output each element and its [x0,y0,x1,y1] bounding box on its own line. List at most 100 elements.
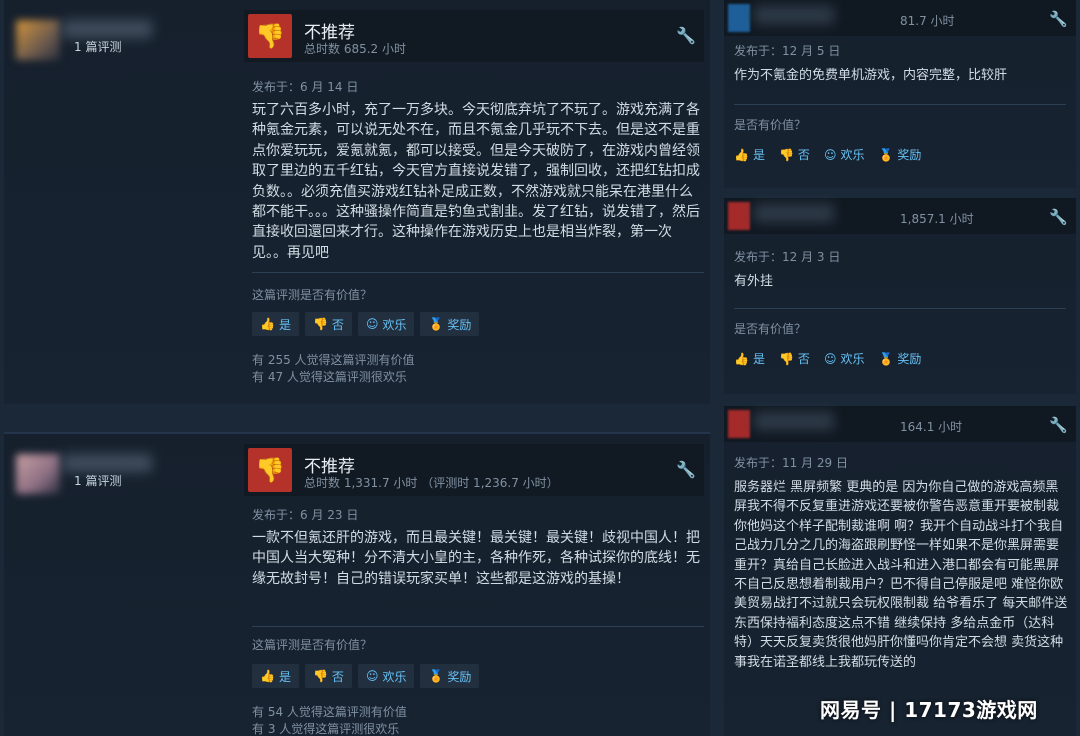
vote-funny-button[interactable]: ☺ 欢乐 [357,312,415,336]
posted-date: 发布于：11 月 29 日 [734,456,848,470]
vote-yes-label: 是 [752,148,765,162]
vote-yes-label: 是 [278,317,291,332]
smiley-icon: ☺ [823,351,837,366]
posted-date: 发布于：6 月 23 日 [252,508,359,522]
side-review-header: 164.1 小时 🔧 [724,406,1076,442]
review-body: 服务器烂 黑屏频繁 更典的是 因为你自己做的游戏高频黑屏我不得不反复重进游戏还要… [734,480,1068,670]
author-name-redacted [754,6,834,24]
award-label: 奖励 [447,317,472,332]
vote-yes-button[interactable]: 👍 是 [734,350,765,367]
vote-no-label: 否 [331,317,344,332]
side-review-header: 81.7 小时 🔧 [724,0,1076,36]
award-button[interactable]: 🏅 奖励 [878,146,921,163]
divider [734,308,1066,309]
award-button[interactable]: 🏅 奖励 [420,312,480,336]
review-author[interactable]: 1 篇评测 [14,448,244,498]
review-body: 一款不但氪还肝的游戏，而且最关键！最关键！最关键！歧视中国人！把中国人当大冤种！… [252,530,700,587]
watermark: 网易号 | 17173游戏网 [820,698,1038,722]
vote-buttons: 👍 是 👎 否 ☺ 欢乐 🏅 奖励 [252,312,480,336]
divider [252,272,704,273]
thumbs-down-icon: 👎 [778,351,794,366]
playtime: 81.7 小时 [900,14,955,28]
posted-date: 发布于：12 月 3 日 [734,250,841,264]
thumbs-up-icon: 👍 [734,351,749,366]
vote-no-button[interactable]: 👎 否 [304,664,352,688]
smiley-icon: ☺ [823,147,837,162]
helpful-question: 是否有价值？ [734,118,807,132]
award-icon: 🏅 [428,669,444,683]
votes-funny: 有 3 人觉得这篇评测很欢乐 [252,722,400,736]
side-review-card: 81.7 小时 🔧 发布于：12 月 5 日 作为不氪金的免费单机游戏，内容完整… [724,0,1076,188]
vote-funny-button[interactable]: ☺ 欢乐 [824,146,865,163]
award-label: 奖励 [897,352,922,366]
playtime: 总时数 1,331.7 小时 （评测时 1,236.7 小时） [304,476,559,490]
award-label: 奖励 [447,669,472,684]
review-divider [0,404,712,432]
vote-yes-button[interactable]: 👍 是 [252,312,299,336]
playtime: 总时数 685.2 小时 [304,42,406,56]
vote-yes-button[interactable]: 👍 是 [252,664,299,688]
helpful-question: 这篇评测是否有价值？ [252,638,373,652]
review-header: 👎 不推荐 总时数 1,331.7 小时 （评测时 1,236.7 小时） 🔧 [244,444,704,496]
side-review-card: 1,857.1 小时 🔧 发布于：12 月 3 日 有外挂 是否有价值？ 👍 是 … [724,198,1076,394]
vote-no-label: 否 [797,352,810,366]
thumbs-up-icon: 👍 [260,317,275,331]
vote-buttons: 👍 是 👎 否 ☺ 欢乐 🏅 奖励 [734,146,921,163]
thumbs-up-icon: 👍 [260,669,275,683]
steam-reviews-page: 1 篇评测 👎 不推荐 总时数 685.2 小时 🔧 发布于：6 月 14 日 … [0,0,1080,736]
vote-no-button[interactable]: 👎 否 [779,350,810,367]
vote-summary: 有 54 人觉得这篇评测有价值 有 3 人觉得这篇评测很欢乐 [252,704,407,736]
posted-date: 发布于：6 月 14 日 [252,80,359,94]
award-button[interactable]: 🏅 奖励 [420,664,480,688]
thumbs-down-icon: 👎 [312,669,328,683]
divider [734,104,1066,105]
posted-date: 发布于：12 月 5 日 [734,44,841,58]
wrench-icon[interactable]: 🔧 [676,460,696,479]
vote-yes-button[interactable]: 👍 是 [734,146,765,163]
vote-funny-button[interactable]: ☺ 欢乐 [824,350,865,367]
smiley-icon: ☺ [365,669,379,683]
author-review-count[interactable]: 1 篇评测 [74,472,121,489]
review-header: 👎 不推荐 总时数 685.2 小时 🔧 [244,10,704,62]
review-author[interactable]: 1 篇评测 [14,14,244,64]
author-name-redacted [754,412,834,430]
award-icon: 🏅 [878,351,894,366]
playtime: 164.1 小时 [900,420,963,434]
thumbs-down-icon: 👎 [778,147,794,162]
wrench-icon[interactable]: 🔧 [1049,10,1068,28]
author-name-redacted [62,20,152,38]
vote-no-button[interactable]: 👎 否 [779,146,810,163]
avatar[interactable] [16,20,60,60]
author-review-count[interactable]: 1 篇评测 [74,38,121,55]
wrench-icon[interactable]: 🔧 [1049,416,1068,434]
vote-buttons: 👍 是 👎 否 ☺ 欢乐 🏅 奖励 [252,664,480,688]
review-card: 1 篇评测 👎 不推荐 总时数 685.2 小时 🔧 发布于：6 月 14 日 … [4,0,710,404]
divider [252,626,704,627]
review-card: 1 篇评测 👎 不推荐 总时数 1,331.7 小时 （评测时 1,236.7 … [4,432,710,736]
thumbs-down-icon: 👎 [248,448,292,492]
votes-helpful: 有 255 人觉得这篇评测有价值 [252,353,415,367]
avatar[interactable] [728,4,750,32]
avatar[interactable] [728,410,750,438]
helpful-question: 这篇评测是否有价值？ [252,288,373,302]
award-label: 奖励 [897,148,922,162]
wrench-icon[interactable]: 🔧 [1049,208,1068,226]
avatar[interactable] [16,454,60,494]
vote-no-button[interactable]: 👎 否 [304,312,352,336]
author-name-redacted [754,204,834,222]
helpful-question: 是否有价值？ [734,322,807,336]
award-button[interactable]: 🏅 奖励 [878,350,921,367]
playtime: 1,857.1 小时 [900,212,974,226]
side-review-card: 164.1 小时 🔧 发布于：11 月 29 日 服务器烂 黑屏频繁 更典的是 … [724,406,1076,736]
vote-yes-label: 是 [278,669,291,684]
review-body: 有外挂 [734,274,774,289]
vote-buttons: 👍 是 👎 否 ☺ 欢乐 🏅 奖励 [734,350,921,367]
vote-summary: 有 255 人觉得这篇评测有价值 有 47 人觉得这篇评测很欢乐 [252,352,415,386]
review-body: 作为不氪金的免费单机游戏，内容完整，比较肝 [734,68,1008,83]
thumbs-down-icon: 👎 [312,317,328,331]
wrench-icon[interactable]: 🔧 [676,26,696,45]
vote-funny-button[interactable]: ☺ 欢乐 [357,664,415,688]
avatar[interactable] [728,202,750,230]
side-review-header: 1,857.1 小时 🔧 [724,198,1076,234]
thumbs-up-icon: 👍 [734,147,749,162]
